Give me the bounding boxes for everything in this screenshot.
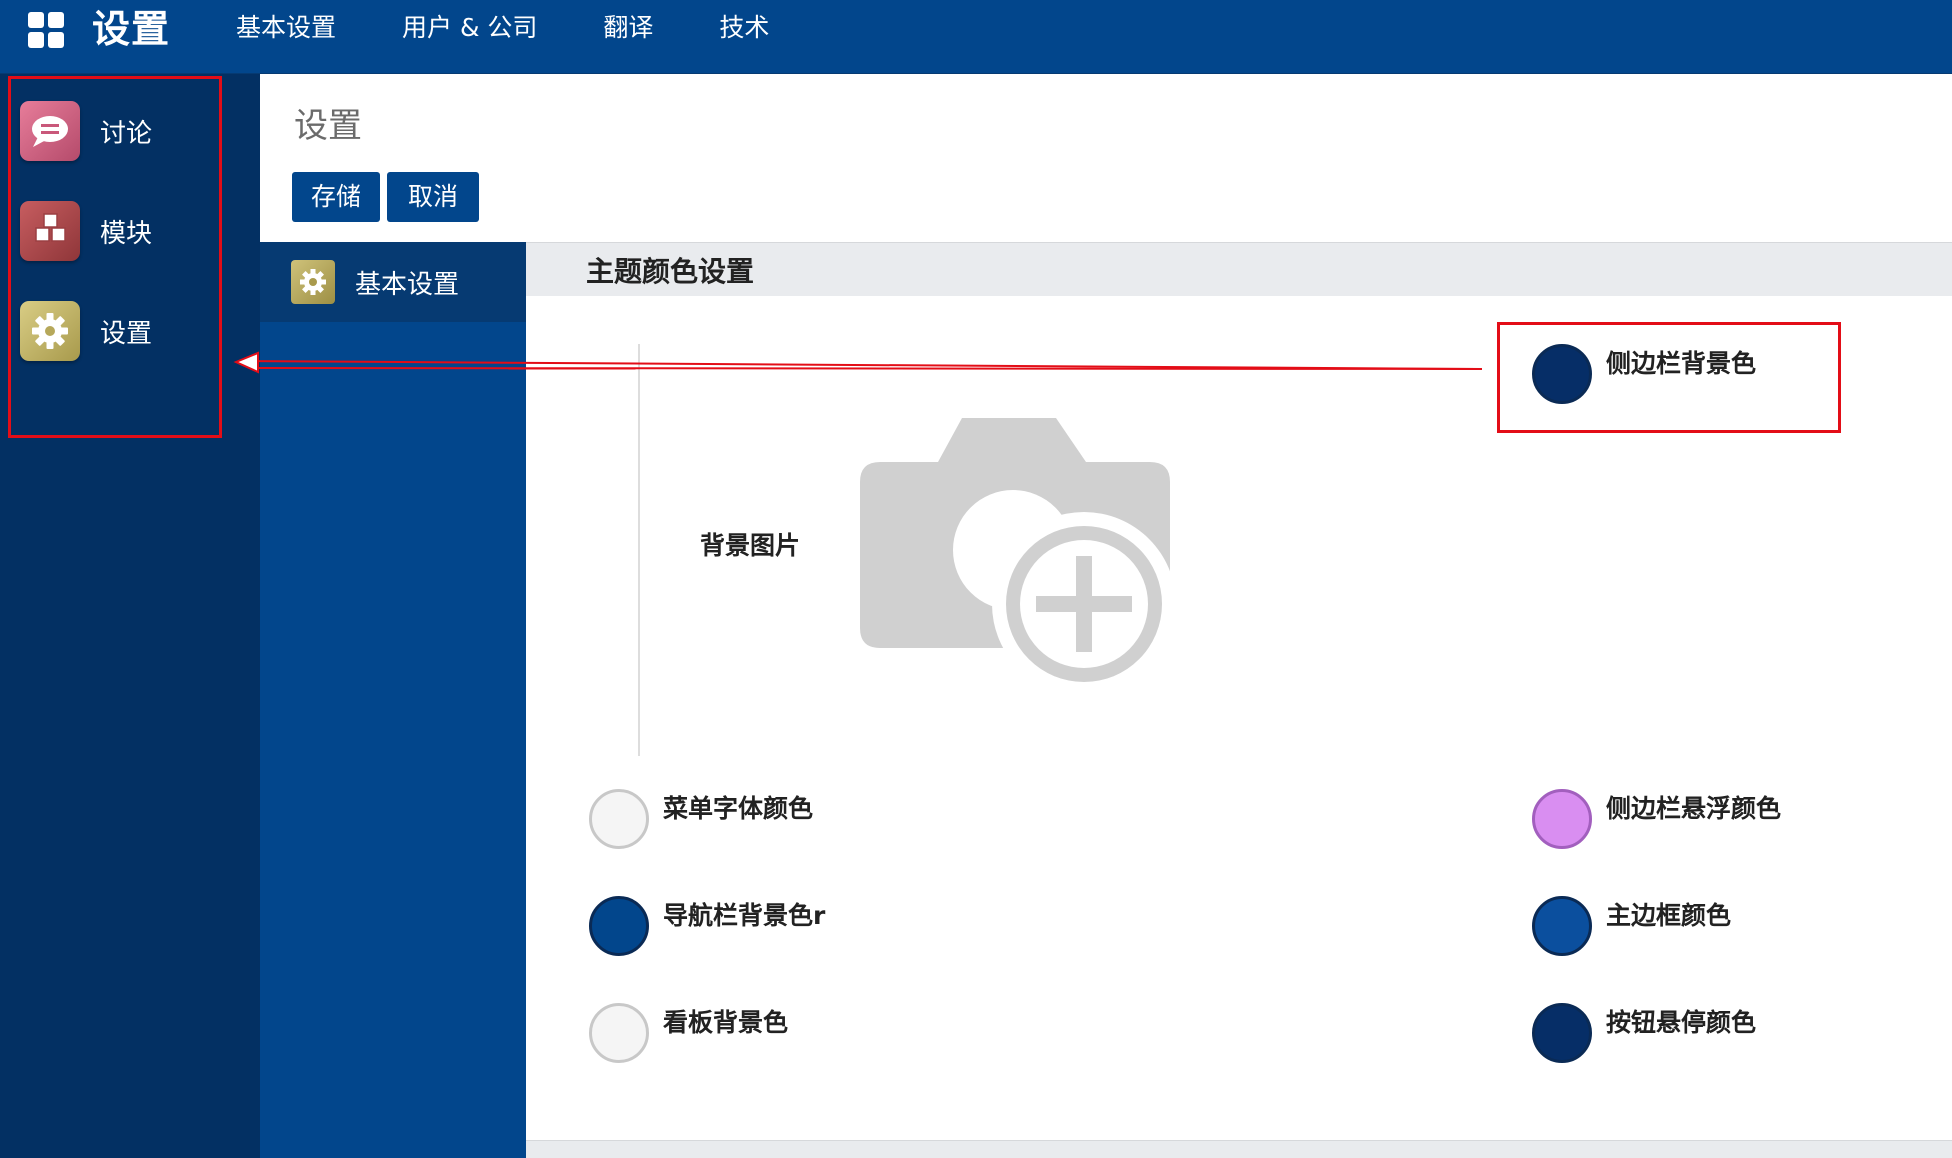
annotation-arrow [233,351,1483,374]
